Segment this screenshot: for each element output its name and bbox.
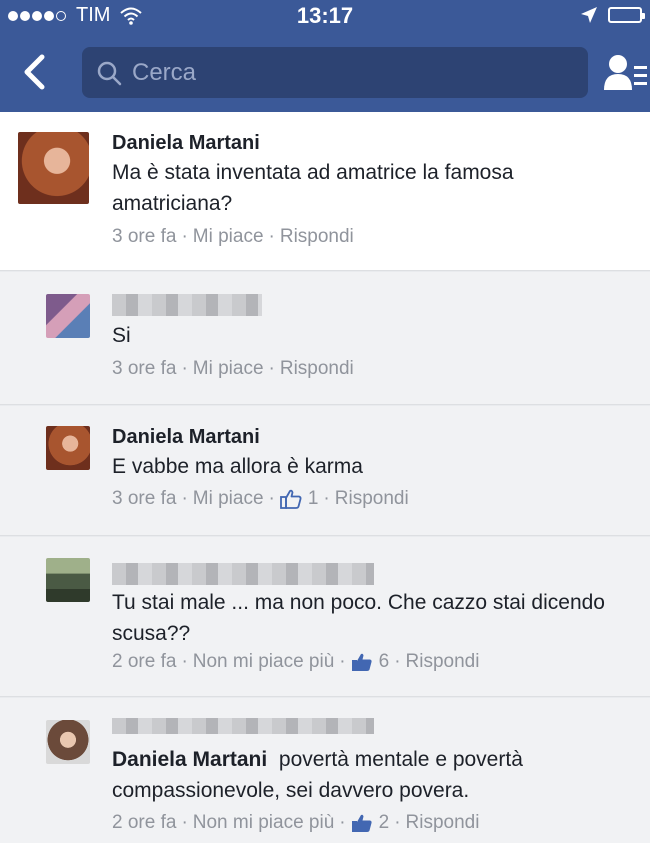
location-arrow-icon [581,7,597,23]
comment-meta: 3 ore fa · Mi piace · Rispondi [112,226,354,248]
reply-item: Daniela Martani E vabbe ma allora è karm… [0,406,650,536]
reply-author[interactable]: Daniela Martani [112,426,260,449]
search-placeholder: Cerca [132,58,197,86]
comment-time: 3 ore fa [112,226,177,247]
reply-meta: 2 ore fa · Non mi piace più · 6 · Rispon… [112,651,479,673]
reply-text-block: Daniela Martani povertà mentale e povert… [112,744,632,806]
separator: · [394,651,401,672]
separator: · [181,226,188,247]
author-name-blurred [112,718,374,734]
reply-link[interactable]: Rispondi [335,488,409,510]
comment-author[interactable]: Daniela Martani [112,132,260,155]
reply-time: 2 ore fa [112,651,177,672]
search-icon [97,61,122,85]
like-link[interactable]: Mi piace [193,488,264,510]
separator: · [268,488,275,509]
separator: · [323,488,330,509]
reply-item: Si 3 ore fa · Mi piace · Rispondi [0,272,650,405]
reply-time: 3 ore fa [112,358,177,379]
navigation-bar: TIM 13:17 Cerca [0,0,650,112]
reply-item: Daniela Martani povertà mentale e povert… [0,698,650,843]
thumbs-up-icon [279,489,302,509]
separator: · [268,358,275,379]
avatar[interactable] [46,720,90,764]
separator: · [268,226,275,247]
reply-meta: 2 ore fa · Non mi piace più · 2 · Rispon… [112,812,479,834]
back-chevron-icon[interactable] [18,54,54,90]
separator: · [339,651,346,672]
avatar[interactable] [46,426,90,470]
reply-text: Tu stai male ... ma non poco. Che cazzo … [112,591,605,645]
comment-text: Ma è stata inventata ad amatrice la famo… [112,161,514,215]
separator: · [181,358,188,379]
like-count[interactable]: 2 [379,812,390,834]
like-count[interactable]: 1 [308,488,319,510]
battery-icon [608,7,645,23]
status-right [580,6,645,24]
avatar[interactable] [46,294,90,338]
reply-meta: 3 ore fa · Mi piace · Rispondi [112,358,354,380]
like-count[interactable]: 6 [379,651,390,673]
separator: · [394,812,401,833]
avatar[interactable] [46,558,90,602]
unlike-link[interactable]: Non mi piace più [193,812,335,834]
author-name-blurred [112,563,374,585]
search-input[interactable]: Cerca [82,47,588,98]
unlike-link[interactable]: Non mi piace più [193,651,335,673]
status-time: 13:17 [296,3,354,28]
reply-time: 3 ore fa [112,488,177,509]
reply-link[interactable]: Rispondi [406,651,480,673]
separator: · [181,488,188,509]
reply-item: Tu stai male ... ma non poco. Che cazzo … [0,537,650,697]
separator: · [339,812,346,833]
reply-text: E vabbe ma allora è karma [112,455,363,478]
like-link[interactable]: Mi piace [193,358,264,380]
reply-link[interactable]: Rispondi [280,226,354,248]
reply-link[interactable]: Rispondi [406,812,480,834]
thumbs-up-icon [351,653,372,671]
reply-time: 2 ore fa [112,812,177,833]
main-comment: Daniela Martani Ma è stata inventata ad … [0,112,650,271]
mention-link[interactable]: Daniela Martani [112,748,267,771]
separator: · [181,651,188,672]
reply-text: Si [112,324,131,347]
avatar[interactable] [18,132,89,204]
thumbs-up-icon [351,814,372,832]
reply-link[interactable]: Rispondi [280,358,354,380]
separator: · [181,812,188,833]
reply-meta: 3 ore fa · Mi piace · 1 · Rispondi [112,488,409,510]
like-link[interactable]: Mi piace [193,226,264,248]
friend-list-icon[interactable] [604,52,648,92]
author-name-blurred [112,294,262,316]
status-bar: TIM 13:17 [0,0,650,32]
